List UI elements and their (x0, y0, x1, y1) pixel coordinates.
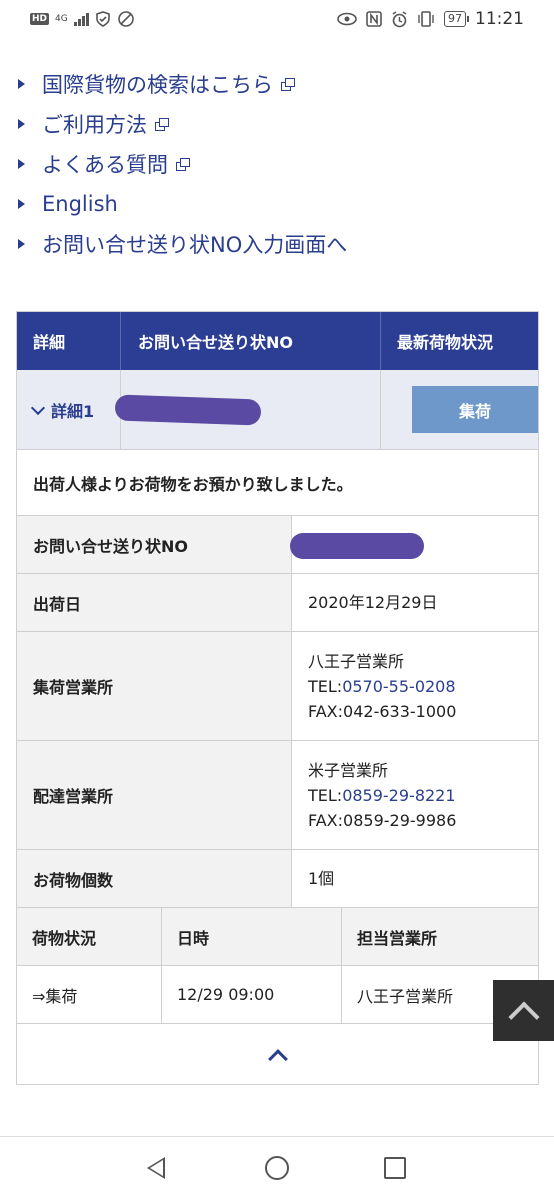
chevron-down-icon (30, 400, 46, 415)
hd-icon: HD (30, 13, 50, 25)
latest-status-cell: 集荷 (381, 370, 538, 449)
history-row: ⇒集荷 12/29 09:00 八王子営業所 (17, 966, 538, 1024)
info-value (290, 516, 538, 573)
info-row-delivery-office: 配達営業所 米子営業所 TEL:0859-29-8221 FAX:0859-29… (17, 741, 538, 850)
pickup-office-value: 八王子営業所 TEL:0570-55-0208 FAX:042-633-1000 (292, 632, 538, 740)
link-faq[interactable]: よくある質問 (18, 144, 347, 184)
alarm-icon (392, 10, 407, 27)
recent-apps-icon[interactable] (384, 1157, 406, 1179)
header-latest-status: 最新荷物状況 (397, 333, 494, 352)
scroll-to-top-button[interactable] (493, 980, 554, 1041)
status-message: 出荷人様よりお荷物をお預かり致しました。 (17, 450, 538, 516)
info-row-package-count: お荷物個数 1個 (17, 850, 538, 908)
external-link-icon (281, 77, 296, 91)
external-link-icon (176, 157, 191, 171)
office-fax: FAX:042-633-1000 (308, 701, 457, 721)
result-row: 詳細1 集荷 (17, 370, 538, 450)
clock: 11:21 (475, 9, 524, 29)
tracking-no-cell (114, 370, 381, 449)
link-english[interactable]: English (18, 184, 347, 224)
bullet-triangle-icon (18, 199, 25, 209)
external-link-icon (155, 117, 170, 131)
info-label: お問い合せ送り状NO (17, 516, 292, 573)
info-label: 集荷営業所 (17, 632, 292, 740)
nfc-icon (366, 11, 382, 27)
chevron-up-icon (507, 1000, 540, 1033)
redacted-tracking-number (290, 533, 424, 559)
tracking-result-card: 詳細 お問い合せ送り状NO 最新荷物状況 詳細1 集荷 出荷人様よりお荷物をお預… (16, 311, 539, 1085)
office-tel: TEL:0859-29-8221 (308, 783, 538, 808)
bullet-triangle-icon (18, 159, 25, 169)
info-row-tracking-no: お問い合せ送り状NO (17, 516, 538, 574)
link-label[interactable]: ご利用方法 (42, 109, 147, 139)
link-label[interactable]: よくある質問 (42, 149, 168, 179)
header-detail: 詳細 (17, 312, 121, 370)
office-name: 米子営業所 (308, 760, 389, 780)
info-label: 出荷日 (17, 574, 292, 631)
signal-icon (73, 12, 89, 26)
chevron-up-icon (267, 1049, 288, 1069)
link-tracking-input[interactable]: お問い合せ送り状NO入力画面へ (18, 224, 347, 264)
bullet-triangle-icon (18, 79, 25, 89)
back-icon[interactable] (147, 1157, 165, 1179)
history-header: 荷物状況 日時 担当営業所 (17, 908, 538, 966)
network-type: 4G (55, 13, 68, 24)
office-fax: FAX:0859-29-9986 (308, 810, 457, 830)
link-label[interactable]: お問い合せ送り状NO入力画面へ (42, 229, 347, 259)
history-status: ⇒集荷 (17, 966, 162, 1023)
bullet-triangle-icon (18, 239, 25, 249)
tel-link[interactable]: 0570-55-0208 (342, 677, 455, 696)
collapse-button[interactable] (17, 1024, 538, 1084)
home-icon[interactable] (265, 1156, 289, 1180)
ship-date-value: 2020年12月29日 (308, 593, 438, 612)
battery-icon: 97 (444, 11, 469, 27)
info-label: 配達営業所 (17, 741, 292, 849)
link-label[interactable]: English (42, 192, 118, 216)
header-tracking-no: お問い合せ送り状NO (121, 312, 381, 370)
link-label[interactable]: 国際貨物の検索はこちら (42, 69, 273, 99)
history-header-office: 担当営業所 (357, 928, 438, 948)
bullet-triangle-icon (18, 119, 25, 129)
link-list: 国際貨物の検索はこちら ご利用方法 よくある質問 English お問い合せ送り… (18, 64, 347, 264)
package-count-value: 1個 (308, 869, 335, 888)
tel-link[interactable]: 0859-29-8221 (342, 786, 455, 805)
office-name: 八王子営業所 (308, 651, 405, 671)
tel-prefix: TEL: (308, 785, 343, 805)
delivery-office-value: 米子営業所 TEL:0859-29-8221 FAX:0859-29-9986 (292, 741, 538, 849)
eye-icon (337, 12, 357, 26)
status-bar: HD 4G 97 11:21 (0, 0, 554, 40)
data-saver-icon (117, 11, 134, 27)
link-how-to-use[interactable]: ご利用方法 (18, 104, 347, 144)
detail-label: 詳細1 (51, 401, 95, 421)
info-row-ship-date: 出荷日 2020年12月29日 (17, 574, 538, 632)
result-table-header: 詳細 お問い合せ送り状NO 最新荷物状況 (17, 312, 538, 370)
history-header-status: 荷物状況 (17, 908, 162, 965)
history-header-datetime: 日時 (162, 908, 342, 965)
tel-prefix: TEL: (308, 676, 343, 696)
redacted-tracking-number (114, 394, 262, 426)
info-row-pickup-office: 集荷営業所 八王子営業所 TEL:0570-55-0208 FAX:042-63… (17, 632, 538, 741)
detail-toggle[interactable]: 詳細1 (17, 370, 121, 449)
office-tel: TEL:0570-55-0208 (308, 674, 538, 699)
status-button[interactable]: 集荷 (412, 386, 538, 433)
system-nav-bar (0, 1136, 554, 1201)
shield-check-icon (95, 11, 110, 27)
vibrate-icon (418, 11, 434, 27)
link-international-search[interactable]: 国際貨物の検索はこちら (18, 64, 347, 104)
info-label: お荷物個数 (17, 850, 292, 907)
history-datetime: 12/29 09:00 (162, 966, 342, 1023)
